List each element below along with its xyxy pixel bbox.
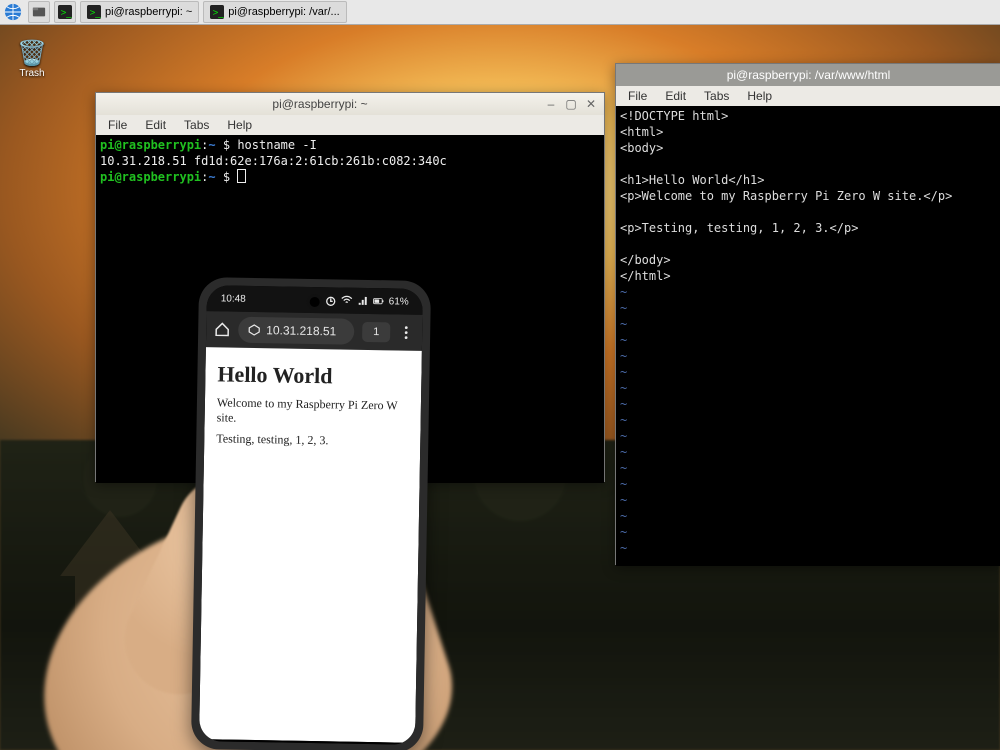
svg-text:>_: >_ <box>61 8 72 19</box>
taskbar-window-1[interactable]: >_ pi@raspberrypi: ~ <box>80 1 199 23</box>
editor-line: <p>Welcome to my Raspberry Pi Zero W sit… <box>620 189 952 203</box>
menu-file[interactable]: File <box>620 88 655 104</box>
desktop-trash-icon[interactable]: 🗑️ Trash <box>8 40 56 79</box>
menu-tabs[interactable]: Tabs <box>176 117 217 133</box>
overflow-menu-icon[interactable] <box>398 324 414 340</box>
page-paragraph-1: Welcome to my Raspberry Pi Zero W site. <box>217 395 409 428</box>
taskbar-window-1-label: pi@raspberrypi: ~ <box>105 6 192 18</box>
menu-edit[interactable]: Edit <box>137 117 174 133</box>
page-paragraph-2: Testing, testing, 1, 2, 3. <box>216 431 408 449</box>
editor-line: <!DOCTYPE html> <box>620 109 728 123</box>
terminal-cursor <box>237 169 246 183</box>
editor-line: <body> <box>620 141 663 155</box>
tab-count-button[interactable]: 1 <box>362 322 390 342</box>
address-bar[interactable]: 10.31.218.51 <box>238 317 354 345</box>
close-button[interactable]: ✕ <box>584 97 598 111</box>
terminal-output: 10.31.218.51 fd1d:62e:176a:2:61cb:261b:c… <box>100 154 447 168</box>
home-icon[interactable] <box>214 321 230 337</box>
alarm-icon <box>325 294 337 306</box>
maximize-button[interactable]: ▢ <box>564 97 578 111</box>
site-info-icon[interactable] <box>248 324 260 336</box>
editor-tilde: ~ ~ ~ ~ ~ ~ ~ ~ ~ ~ ~ ~ ~ ~ ~ ~ ~ <box>620 285 627 555</box>
phone-device: 10:48 61% 10.31.218.51 1 He <box>191 277 431 750</box>
editor-title: pi@raspberrypi: /var/www/html <box>727 68 891 82</box>
phone-clock: 10:48 <box>221 293 246 304</box>
terminal-command: hostname -I <box>237 138 316 152</box>
svg-text:>_: >_ <box>213 8 224 19</box>
taskbar-window-2-label: pi@raspberrypi: /var/... <box>228 6 339 18</box>
start-menu-icon[interactable] <box>4 3 22 21</box>
terminal-left-menubar: File Edit Tabs Help <box>96 115 604 135</box>
editor-line: <h1>Hello World</h1> <box>620 173 765 187</box>
editor-line: </body> <box>620 253 671 267</box>
browser-page[interactable]: Hello World Welcome to my Raspberry Pi Z… <box>199 347 422 743</box>
taskbar: >_ >_ pi@raspberrypi: ~ >_ pi@raspberryp… <box>0 0 1000 25</box>
svg-text:>_: >_ <box>90 8 101 19</box>
menu-edit[interactable]: Edit <box>657 88 694 104</box>
wifi-icon <box>341 294 353 306</box>
editor-menubar: File Edit Tabs Help <box>616 86 1000 106</box>
editor-titlebar[interactable]: pi@raspberrypi: /var/www/html <box>616 64 1000 86</box>
editor-window[interactable]: pi@raspberrypi: /var/www/html File Edit … <box>615 63 1000 565</box>
desktop-wallpaper: >_ >_ pi@raspberrypi: ~ >_ pi@raspberryp… <box>0 0 1000 750</box>
battery-icon <box>373 295 385 307</box>
address-bar-url: 10.31.218.51 <box>266 323 336 338</box>
minimize-button[interactable]: – <box>544 97 558 111</box>
editor-line: <p>Testing, testing, 1, 2, 3.</p> <box>620 221 858 235</box>
menu-file[interactable]: File <box>100 117 135 133</box>
file-manager-launcher[interactable] <box>28 1 50 23</box>
desktop-trash-label: Trash <box>8 68 56 79</box>
terminal-launcher[interactable]: >_ <box>54 1 76 23</box>
signal-icon <box>357 295 369 307</box>
phone-camera-punchhole <box>310 297 320 307</box>
trash-icon: 🗑️ <box>8 40 56 68</box>
phone-battery-pct: 61% <box>389 296 409 307</box>
menu-help[interactable]: Help <box>219 117 260 133</box>
browser-toolbar: 10.31.218.51 1 <box>206 311 423 351</box>
taskbar-window-2[interactable]: >_ pi@raspberrypi: /var/... <box>203 1 346 23</box>
terminal-left-titlebar[interactable]: pi@raspberrypi: ~ – ▢ ✕ <box>96 93 604 115</box>
page-heading: Hello World <box>217 361 409 390</box>
menu-tabs[interactable]: Tabs <box>696 88 737 104</box>
editor-line: <html> <box>620 125 663 139</box>
terminal-left-title: pi@raspberrypi: ~ <box>272 97 367 111</box>
menu-help[interactable]: Help <box>739 88 780 104</box>
editor-body[interactable]: <!DOCTYPE html> <html> <body> <h1>Hello … <box>616 106 1000 566</box>
editor-line: </html> <box>620 269 671 283</box>
